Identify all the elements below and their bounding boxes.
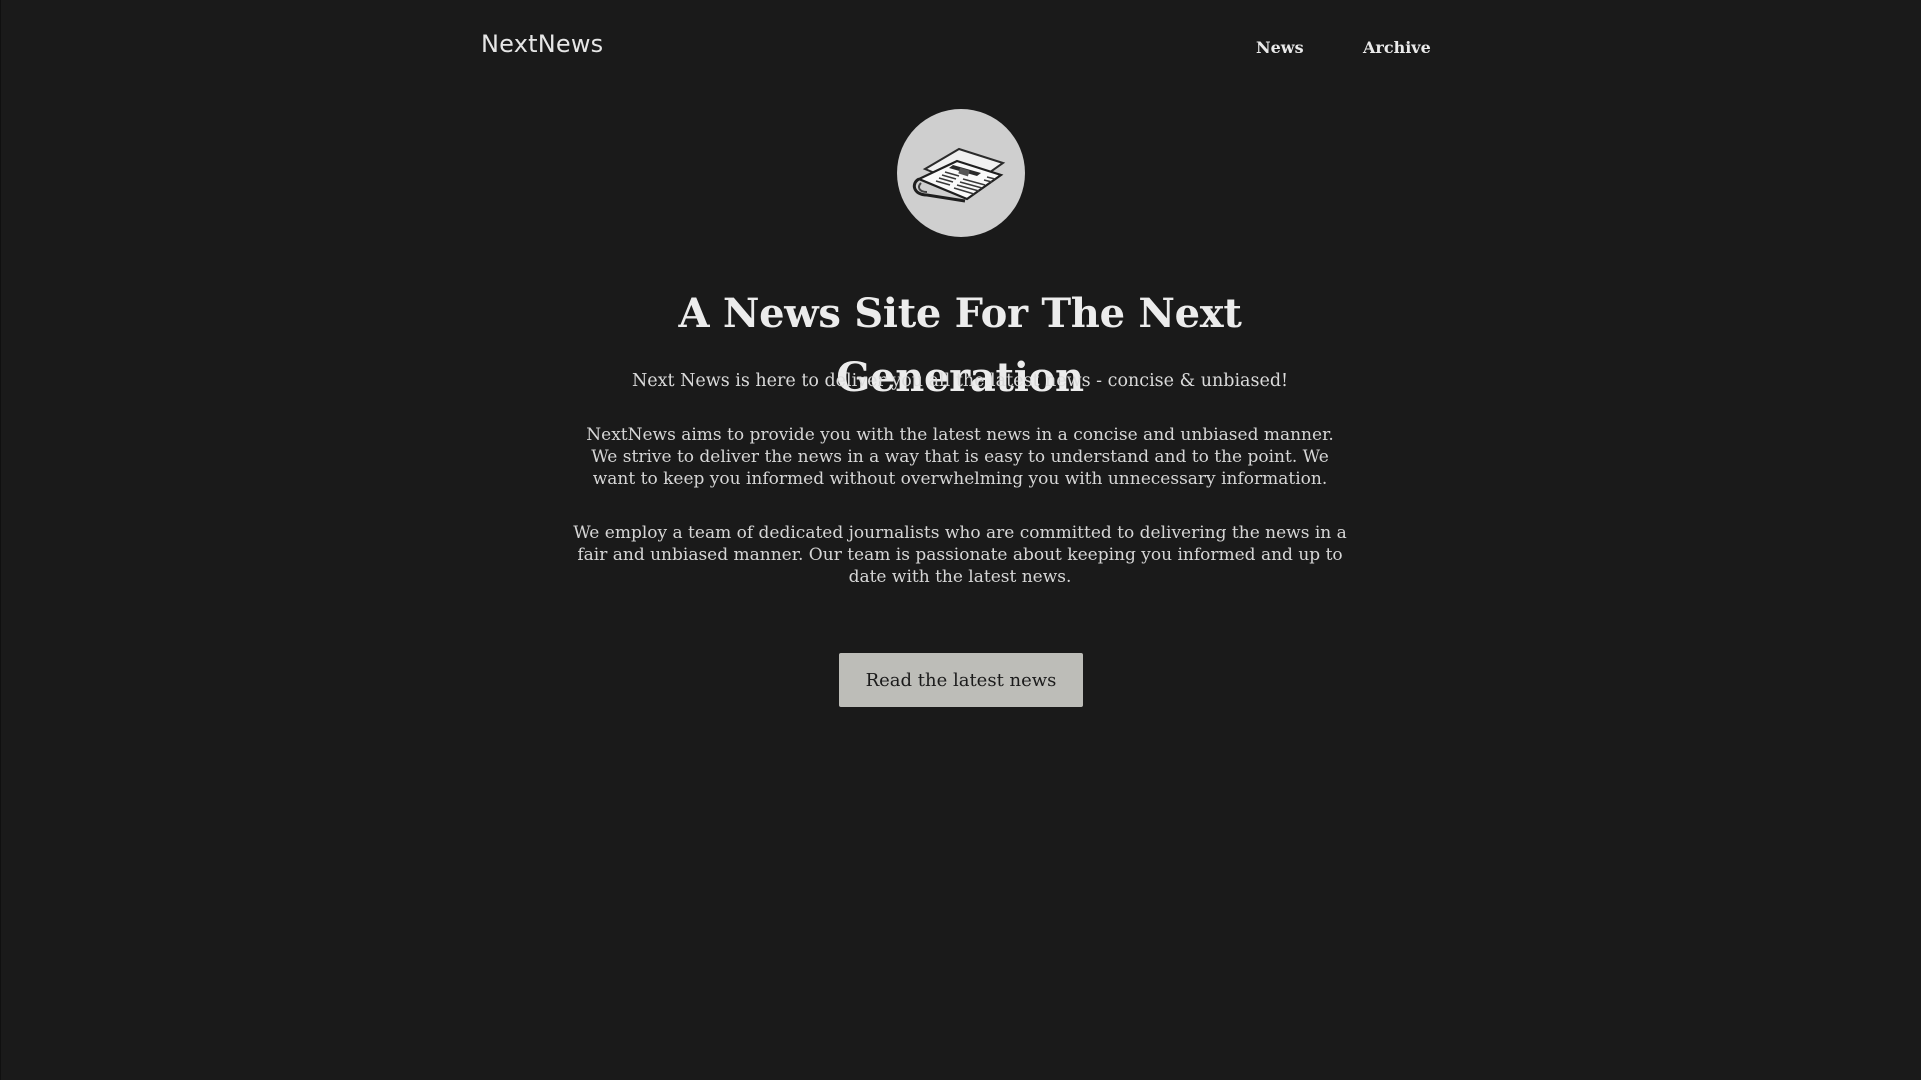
nav-link-archive[interactable]: Archive [1363,38,1431,57]
left-edge-divider [0,0,1,1080]
newspaper-icon [897,109,1025,237]
hero-subtitle: Next News is here to deliver you all the… [631,371,1289,391]
nav-link-news[interactable]: News [1256,38,1304,57]
brand-logo-link[interactable]: NextNews [481,30,603,58]
read-latest-news-button[interactable]: Read the latest news [839,653,1083,707]
team-paragraph: We employ a team of dedicated journalist… [573,523,1347,587]
site-header: NextNews News Archive [0,0,1921,94]
about-paragraph: NextNews aims to provide you with the la… [586,425,1334,489]
